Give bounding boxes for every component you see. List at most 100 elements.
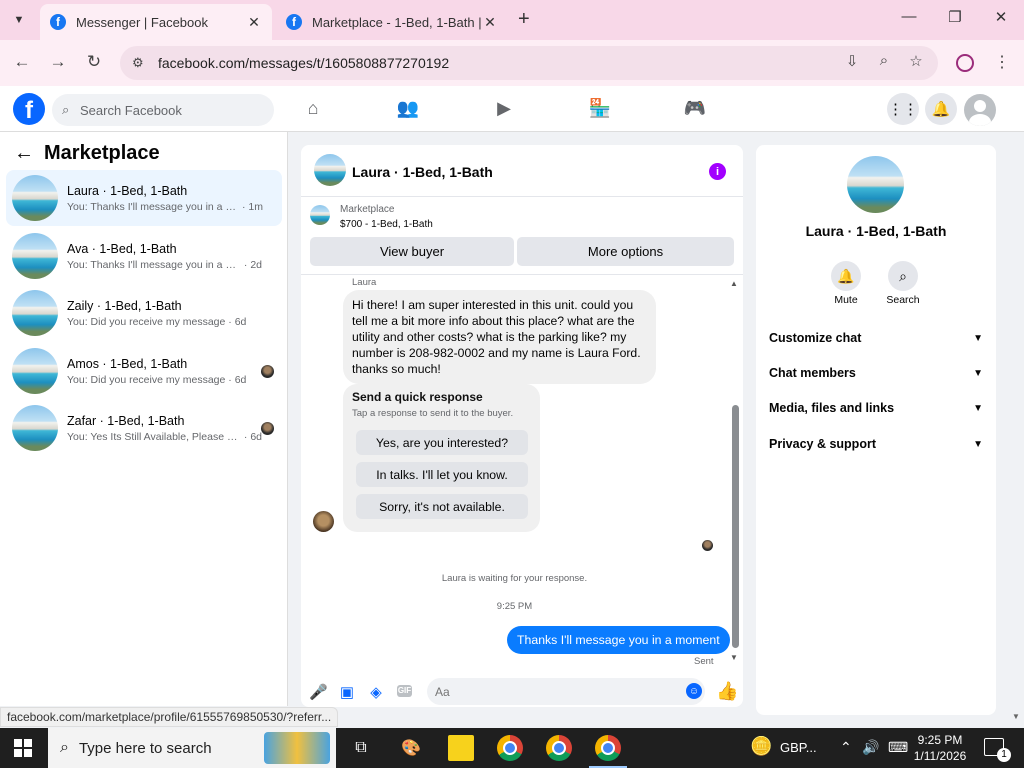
customize-chat-section[interactable]: Customize chat ▼	[769, 327, 983, 349]
facebook-favicon-icon: f	[50, 14, 66, 30]
currency-widget-icon[interactable]: 🪙	[750, 736, 772, 757]
media-files-links-section[interactable]: Media, files and links ▼	[769, 397, 983, 419]
chrome-active-icon[interactable]	[589, 735, 627, 768]
task-view-icon[interactable]: ⧉	[348, 735, 374, 761]
zoom-icon[interactable]: ⌕	[874, 52, 894, 69]
conversation-item[interactable]: Ava · 1-Bed, 1-Bath You: Thanks I'll mes…	[6, 228, 282, 284]
home-icon[interactable]: ⌂	[301, 98, 325, 119]
sender-avatar[interactable]	[313, 511, 334, 532]
listing-price-title[interactable]: $700 - 1-Bed, 1-Bath	[340, 219, 433, 230]
mute-button[interactable]: 🔔	[831, 261, 861, 291]
install-app-icon[interactable]: ⇩	[842, 52, 862, 70]
minimize-icon[interactable]: —	[894, 8, 924, 25]
reload-icon[interactable]: ↻	[82, 52, 106, 72]
photo-icon[interactable]: ▣	[338, 683, 356, 701]
sticky-notes-icon[interactable]	[448, 735, 474, 761]
marketplace-icon[interactable]: 🏪	[588, 98, 612, 119]
listing-thumbnail[interactable]	[847, 156, 904, 213]
scrollbar-thumb[interactable]	[732, 405, 739, 648]
network-icon[interactable]: ⌨	[888, 739, 908, 756]
outgoing-message: Thanks I'll message you in a moment	[507, 626, 730, 654]
facebook-logo-icon[interactable]: f	[13, 93, 45, 125]
listing-thumbnail[interactable]	[310, 205, 330, 225]
chat-header: Laura · 1-Bed, 1-Bath i	[301, 145, 743, 197]
chat-title[interactable]: Laura · 1-Bed, 1-Bath	[352, 164, 493, 180]
url-bar[interactable]: ⚙ facebook.com/messages/t/16058088772701…	[120, 46, 938, 80]
site-settings-icon[interactable]: ⚙	[132, 55, 152, 71]
video-icon[interactable]: ▶	[492, 98, 516, 119]
close-tab-icon[interactable]: ✕	[482, 14, 498, 31]
close-window-icon[interactable]: ✕	[986, 8, 1016, 26]
tab-marketplace[interactable]: f Marketplace - 1-Bed, 1-Bath | Fa ✕	[276, 4, 508, 40]
taskbar-search[interactable]: ⌕ Type here to search	[48, 728, 336, 768]
quick-response-option[interactable]: Yes, are you interested?	[356, 430, 528, 455]
conversation-item[interactable]: Laura · 1-Bed, 1-Bath You: Thanks I'll m…	[6, 170, 282, 226]
account-avatar[interactable]	[964, 94, 996, 126]
back-arrow-icon[interactable]: ←	[14, 142, 34, 165]
listing-thumbnail	[12, 233, 58, 279]
more-options-button[interactable]: More options	[517, 237, 734, 266]
menu-grid-icon[interactable]: ⋮⋮	[887, 93, 919, 125]
volume-icon[interactable]: 🔊	[862, 739, 879, 756]
chat-members-section[interactable]: Chat members ▼	[769, 362, 983, 384]
gif-icon[interactable]: GIF	[397, 685, 412, 697]
thumbs-up-icon[interactable]: 👍	[716, 681, 738, 702]
gaming-icon[interactable]: 🎮	[683, 98, 707, 119]
search-button[interactable]: ⌕	[888, 261, 918, 291]
browser-menu-icon[interactable]: ⋮	[994, 52, 1010, 72]
new-tab-icon[interactable]: +	[518, 8, 530, 31]
microphone-icon[interactable]: 🎤	[309, 683, 328, 701]
conversation-info-icon[interactable]: i	[709, 163, 726, 180]
close-tab-icon[interactable]: ✕	[246, 14, 262, 31]
listing-thumbnail	[12, 290, 58, 336]
conversation-time: · 6d	[228, 315, 247, 328]
currency-widget-label[interactable]: GBP...	[780, 740, 817, 755]
chrome-icon[interactable]	[497, 735, 523, 761]
windows-start-icon[interactable]	[14, 739, 32, 757]
restore-icon[interactable]: ❐	[940, 8, 970, 26]
system-clock[interactable]: 9:25 PM 1/11/2026	[908, 732, 972, 764]
paint-app-icon[interactable]: 🎨	[398, 735, 424, 761]
notifications-icon[interactable]: 1	[984, 738, 1011, 762]
conversation-preview: You: Did you receive my message	[67, 373, 226, 386]
show-hidden-icons-icon[interactable]: ⌃	[840, 739, 852, 756]
chat-thumbnail[interactable]	[314, 154, 346, 186]
facebook-search-input[interactable]: ⌕ Search Facebook	[52, 94, 274, 126]
chat-scrollbar[interactable]: ▲ ▼	[730, 277, 740, 665]
back-icon[interactable]: ←	[10, 52, 34, 72]
listing-bar: Marketplace $700 - 1-Bed, 1-Bath View bu…	[301, 197, 743, 275]
chrome-profile-icon[interactable]	[546, 735, 572, 761]
page-scroll-down-icon[interactable]: ▼	[1012, 712, 1020, 721]
address-bar-row: ← → ↻ ⚙ facebook.com/messages/t/16058088…	[0, 40, 1024, 86]
listing-thumbnail	[12, 405, 58, 451]
scroll-down-icon[interactable]: ▼	[730, 653, 738, 662]
message-composer: 🎤 ▣ ◈ GIF ☺ 👍	[301, 675, 743, 707]
quick-response-option[interactable]: Sorry, it's not available.	[356, 494, 528, 519]
tab-search-dropdown-icon[interactable]: ▼	[8, 10, 30, 30]
conversation-name: Zaily · 1-Bed, 1-Bath	[67, 298, 182, 313]
notifications-bell-icon[interactable]: 🔔	[925, 93, 957, 125]
friends-icon[interactable]: 👥	[396, 98, 420, 119]
emoji-icon[interactable]: ☺	[686, 683, 702, 699]
sticker-icon[interactable]: ◈	[367, 683, 385, 701]
conversation-name: Amos · 1-Bed, 1-Bath	[67, 356, 188, 371]
listing-source: Marketplace	[340, 204, 395, 215]
waiting-notice: Laura is waiting for your response.	[441, 573, 588, 584]
message-input[interactable]	[427, 678, 705, 705]
quick-response-option[interactable]: In talks. I'll let you know.	[356, 462, 528, 487]
conversation-item[interactable]: Zafar · 1-Bed, 1-Bath You: Yes Its Still…	[6, 400, 282, 456]
search-label: Search	[886, 294, 920, 306]
seen-avatar	[261, 422, 274, 435]
search-placeholder: Search Facebook	[80, 102, 182, 118]
forward-icon[interactable]: →	[46, 52, 70, 72]
browser-profile-icon[interactable]	[956, 54, 974, 72]
conversation-item[interactable]: Amos · 1-Bed, 1-Bath You: Did you receiv…	[6, 343, 282, 399]
incoming-message: Hi there! I am super interested in this …	[343, 290, 656, 384]
privacy-support-section[interactable]: Privacy & support ▼	[769, 433, 983, 455]
tab-messenger[interactable]: f Messenger | Facebook ✕	[40, 4, 272, 40]
view-buyer-button[interactable]: View buyer	[310, 237, 514, 266]
conversation-time: · 6d	[228, 373, 247, 386]
bookmark-star-icon[interactable]: ☆	[906, 52, 926, 70]
scroll-up-icon[interactable]: ▲	[730, 279, 738, 288]
conversation-item[interactable]: Zaily · 1-Bed, 1-Bath You: Did you recei…	[6, 285, 282, 341]
